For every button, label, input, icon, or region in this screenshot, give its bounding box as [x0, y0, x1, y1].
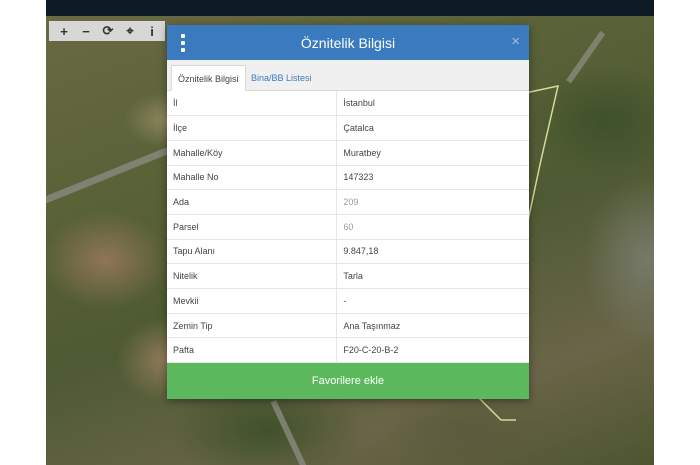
attribute-table: İl İstanbul İlçe Çatalca Mahalle/Köy Mur…: [167, 91, 529, 364]
table-row: Mahalle/Köy Muratbey: [167, 140, 529, 166]
table-row: Ada 209: [167, 189, 529, 215]
info-icon[interactable]: i: [141, 21, 163, 41]
table-row: Pafta F20-C-20-B-2: [167, 337, 529, 364]
tab-attribute-info[interactable]: Öznitelik Bilgisi: [171, 65, 246, 91]
table-row: Parsel 60: [167, 214, 529, 240]
attribute-key: Mahalle/Köy: [167, 140, 337, 166]
attribute-key: Ada: [167, 189, 337, 215]
add-favorites-button[interactable]: Favorilere ekle: [167, 363, 529, 399]
attribute-key: Zemin Tip: [167, 313, 337, 339]
page-margin-left: [0, 0, 46, 465]
close-icon[interactable]: ×: [511, 33, 520, 51]
table-row: Mahalle No 147323: [167, 165, 529, 191]
map-toolbar: + − ⟳ ⌖ i: [49, 21, 165, 41]
table-row: Zemin Tip Ana Taşınmaz: [167, 313, 529, 339]
attribute-value: F20-C-20-B-2: [336, 337, 529, 364]
table-row: Mevkii -: [167, 288, 529, 314]
attribute-value: 60: [336, 214, 529, 240]
dialog-header: Öznitelik Bilgisi ×: [167, 25, 529, 60]
tab-building-list[interactable]: Bina/BB Listesi: [245, 65, 318, 91]
table-row: Tapu Alanı 9.847,18: [167, 239, 529, 265]
attribute-value: Çatalca: [336, 115, 529, 141]
attribute-key: Mahalle No: [167, 165, 337, 191]
attribute-key: İlçe: [167, 115, 337, 141]
dialog-title: Öznitelik Bilgisi: [300, 34, 396, 51]
attribute-value: Ana Taşınmaz: [336, 313, 529, 339]
menu-icon[interactable]: [175, 33, 191, 53]
attribute-key: Nitelik: [167, 263, 337, 289]
locate-icon[interactable]: ⌖: [119, 21, 141, 41]
attribute-value: Tarla: [336, 263, 529, 289]
attribute-value: 9.847,18: [336, 239, 529, 265]
refresh-icon[interactable]: ⟳: [97, 21, 119, 41]
attribute-value: 209: [336, 189, 529, 215]
attribute-key: Tapu Alanı: [167, 239, 337, 265]
zoom-out-button[interactable]: −: [75, 21, 97, 41]
attribute-key: İl: [167, 91, 337, 117]
attribute-value: İstanbul: [336, 91, 529, 117]
attribute-dialog: Öznitelik Bilgisi × Öznitelik Bilgisi Bi…: [167, 25, 529, 399]
table-row: İlçe Çatalca: [167, 115, 529, 141]
attribute-value: Muratbey: [336, 140, 529, 166]
zoom-in-button[interactable]: +: [53, 21, 75, 41]
page-margin-right: [654, 0, 700, 465]
attribute-value: -: [336, 288, 529, 314]
attribute-key: Pafta: [167, 337, 337, 364]
table-row: Nitelik Tarla: [167, 263, 529, 289]
attribute-key: Parsel: [167, 214, 337, 240]
attribute-key: Mevkii: [167, 288, 337, 314]
attribute-value: 147323: [336, 165, 529, 191]
dialog-tabs: Öznitelik Bilgisi Bina/BB Listesi: [167, 60, 529, 91]
table-row: İl İstanbul: [167, 91, 529, 117]
